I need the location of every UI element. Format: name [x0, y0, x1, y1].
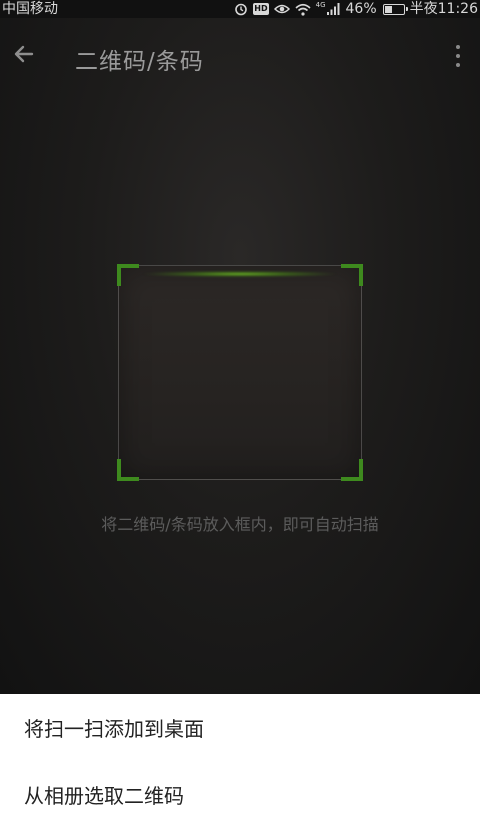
arrow-left-icon: [14, 45, 34, 63]
bottom-sheet-menu: 将扫一扫添加到桌面 从相册选取二维码: [0, 694, 480, 829]
battery-icon: [382, 3, 408, 15]
scan-hint-text: 将二维码/条码放入框内，即可自动扫描: [101, 515, 379, 534]
menu-item-pick-from-album[interactable]: 从相册选取二维码: [0, 761, 480, 828]
clock: 半夜11:26: [409, 1, 478, 17]
battery-level-fill: [384, 5, 393, 13]
back-button[interactable]: [8, 38, 40, 70]
menu-item-add-to-desktop[interactable]: 将扫一扫添加到桌面: [0, 694, 480, 761]
scan-corner-bottom-right: [341, 459, 363, 481]
app-bar: 二维码/条码: [0, 18, 480, 96]
signal-icon: [326, 3, 341, 15]
hd-icon: HD: [253, 3, 269, 15]
overflow-menu-button[interactable]: [446, 38, 470, 74]
scan-frame: [117, 264, 363, 481]
scan-corner-bottom-left: [117, 459, 139, 481]
scan-corner-top-left: [117, 264, 139, 286]
wifi-icon: [295, 3, 311, 16]
scan-line: [141, 271, 339, 277]
scan-corner-top-right: [341, 264, 363, 286]
eye-icon: [273, 3, 290, 15]
overflow-menu-icon: [456, 45, 460, 49]
carrier-label: 中国移动: [2, 1, 58, 17]
battery-percent: 46%: [345, 1, 377, 17]
page-title: 二维码/条码: [75, 49, 204, 75]
alarm-icon: [234, 2, 248, 16]
network-type-label: 4G: [315, 1, 326, 9]
status-icons: HD 4G 46% 半夜11:26: [234, 1, 478, 17]
status-bar: 中国移动 HD 4G 46% 半夜11:26: [0, 0, 480, 18]
